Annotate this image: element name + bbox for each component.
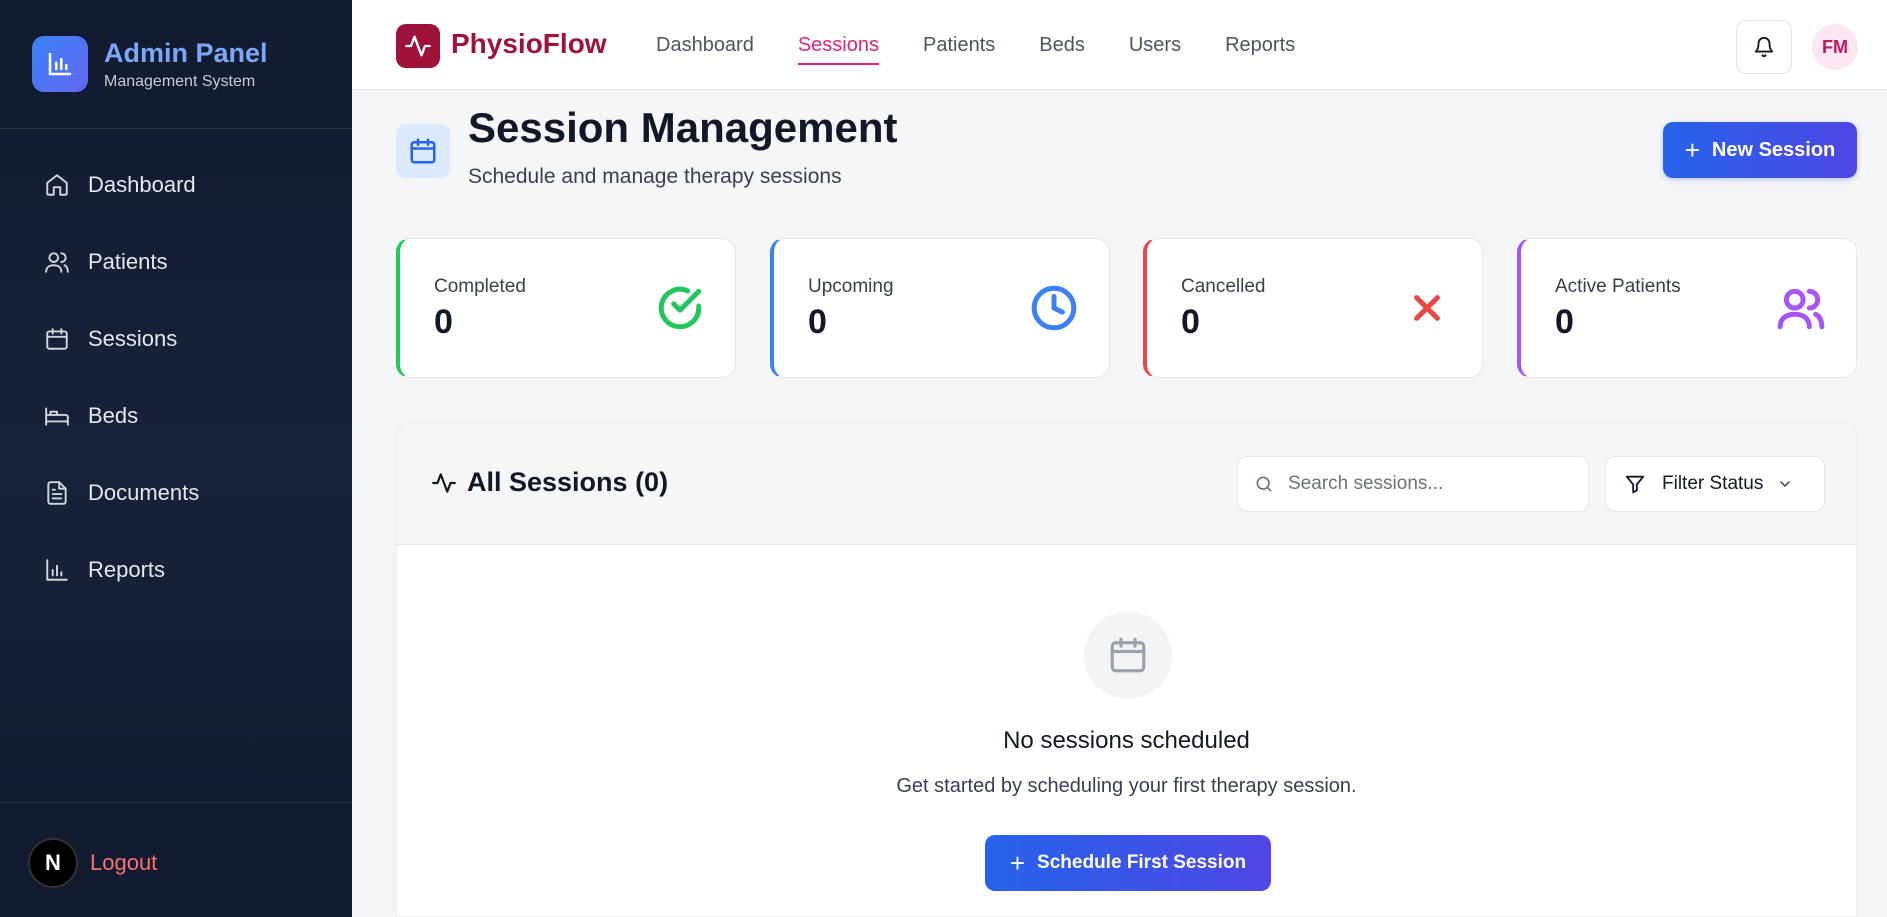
plus-icon: + <box>1684 134 1700 165</box>
search-icon <box>1256 476 1272 492</box>
logout-label: Logout <box>90 850 158 875</box>
sidebar-item-label: Documents <box>88 479 200 505</box>
search-box <box>1237 456 1589 512</box>
sidebar-nav: Dashboard Patients Sessions Beds Documen… <box>0 146 352 608</box>
sidebar-item-documents[interactable]: Documents <box>0 454 352 531</box>
filter-status-label: Filter Status <box>1662 473 1764 494</box>
sidebar-item-reports[interactable]: Reports <box>0 531 352 608</box>
sessions-panel-header: All Sessions (0) Filter Status <box>397 423 1856 545</box>
top-nav-beds[interactable]: Beds <box>1039 34 1085 65</box>
sidebar-item-sessions[interactable]: Sessions <box>0 300 352 377</box>
activity-icon[interactable] <box>396 24 440 68</box>
sidebar-item-label: Dashboard <box>88 171 196 197</box>
stat-value: 0 <box>434 303 453 341</box>
bed-icon <box>45 406 69 426</box>
new-session-label: New Session <box>1711 138 1836 161</box>
brand-title: Admin Panel <box>104 38 268 68</box>
stat-value: 0 <box>1555 303 1574 341</box>
sidebar-item-label: Patients <box>88 248 168 274</box>
user-avatar[interactable]: FM <box>1812 24 1858 70</box>
check-circle-icon <box>655 283 705 333</box>
stat-label: Completed <box>434 276 526 297</box>
stat-label: Upcoming <box>808 276 894 297</box>
stat-card-completed: Completed 0 <box>396 238 736 378</box>
sidebar-item-dashboard[interactable]: Dashboard <box>0 146 352 223</box>
calendar-icon <box>1084 611 1172 699</box>
logout-button[interactable]: N Logout <box>28 838 157 888</box>
stat-value: 0 <box>1181 303 1200 341</box>
top-nav-patients[interactable]: Patients <box>923 34 995 65</box>
app-name[interactable]: PhysioFlow <box>451 28 607 60</box>
sidebar: Admin Panel Management System Dashboard … <box>0 0 352 917</box>
stat-label: Cancelled <box>1181 276 1266 297</box>
sessions-title: All Sessions (0) <box>431 467 668 498</box>
divider <box>0 802 352 803</box>
filter-icon <box>1625 475 1645 494</box>
brand: Admin Panel Management System <box>32 36 268 92</box>
topbar: PhysioFlow Dashboard Sessions Patients B… <box>352 0 1887 90</box>
sidebar-item-beds[interactable]: Beds <box>0 377 352 454</box>
sidebar-item-label: Sessions <box>88 325 178 351</box>
search-input[interactable] <box>1288 473 1568 495</box>
page-subtitle: Schedule and manage therapy sessions <box>468 165 842 188</box>
bar-chart-icon <box>46 558 68 581</box>
stat-card-cancelled: Cancelled 0 <box>1143 238 1483 378</box>
stat-card-upcoming: Upcoming 0 <box>770 238 1110 378</box>
document-icon <box>47 480 67 505</box>
top-nav-sessions[interactable]: Sessions <box>797 34 879 65</box>
chevron-down-icon <box>1780 481 1791 488</box>
sidebar-item-patients[interactable]: Patients <box>0 223 352 300</box>
notifications-button[interactable] <box>1736 20 1792 74</box>
new-session-button[interactable]: + New Session <box>1663 122 1857 178</box>
empty-state-subtitle: Get started by scheduling your first the… <box>896 775 1357 797</box>
top-nav: Dashboard Sessions Patients Beds Users R… <box>656 34 1339 65</box>
schedule-first-session-label: Schedule First Session <box>1037 852 1247 873</box>
users-icon <box>1776 283 1826 333</box>
sessions-title-text: All Sessions (0) <box>467 467 669 497</box>
stat-label: Active Patients <box>1555 276 1681 297</box>
sidebar-item-label: Beds <box>88 402 139 428</box>
clock-icon <box>1029 283 1079 333</box>
empty-state-title: No sessions scheduled <box>1003 727 1250 754</box>
sessions-panel: All Sessions (0) Filter Status No sessio… <box>396 422 1857 917</box>
bar-chart-icon <box>32 36 88 92</box>
top-nav-dashboard[interactable]: Dashboard <box>656 34 754 65</box>
stat-value: 0 <box>808 303 827 341</box>
divider <box>0 128 352 129</box>
schedule-first-session-button[interactable]: + Schedule First Session <box>985 835 1271 891</box>
stat-card-active-patients: Active Patients 0 <box>1517 238 1857 378</box>
brand-subtitle: Management System <box>104 73 256 90</box>
calendar-icon <box>396 124 450 178</box>
top-nav-reports[interactable]: Reports <box>1225 34 1295 65</box>
calendar-icon <box>46 327 68 350</box>
filter-status-select[interactable]: Filter Status <box>1605 456 1825 512</box>
top-nav-users[interactable]: Users <box>1129 34 1181 65</box>
bell-icon <box>1754 37 1774 58</box>
sidebar-item-label: Reports <box>88 556 166 582</box>
users-icon <box>45 251 69 273</box>
plus-icon: + <box>1009 847 1026 878</box>
x-icon <box>1402 283 1452 333</box>
activity-icon <box>432 472 456 493</box>
page-title: Session Management <box>468 104 898 151</box>
home-icon <box>46 173 68 196</box>
avatar: N <box>28 838 78 888</box>
